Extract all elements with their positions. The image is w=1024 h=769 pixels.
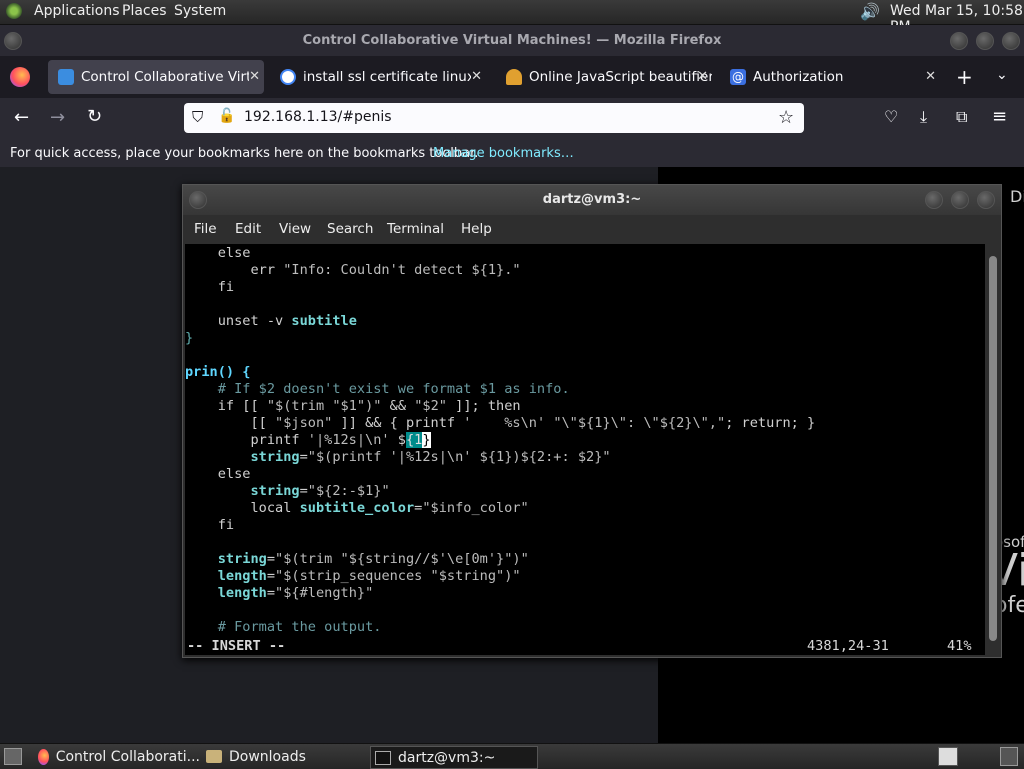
- task-downloads[interactable]: Downloads: [204, 746, 364, 767]
- terminal-minimize-icon[interactable]: [925, 191, 943, 209]
- menu-view[interactable]: View: [279, 221, 311, 237]
- beautifier-icon: [506, 69, 522, 85]
- terminal-titlebar[interactable]: dartz@vm3:~: [183, 185, 1001, 215]
- show-desktop-icon[interactable]: [4, 748, 22, 765]
- bottom-taskbar: Control Collaborati... Downloads dartz@v…: [0, 743, 1024, 769]
- workspace-switcher-icon[interactable]: [938, 747, 958, 766]
- minimize-icon[interactable]: [950, 32, 968, 50]
- system-menu[interactable]: System: [174, 3, 226, 19]
- at-sign-icon: @: [730, 69, 746, 85]
- terminal-screen[interactable]: else err "Info: Couldn't detect ${1}." f…: [185, 244, 985, 655]
- tab-ssl-certificate[interactable]: install ssl certificate linux - G ✕: [270, 60, 486, 94]
- close-window-icon[interactable]: [1002, 32, 1020, 50]
- task-firefox[interactable]: Control Collaborati...: [34, 746, 200, 767]
- vim-statusline: -- INSERT -- 4381,24-31 41%: [185, 638, 985, 655]
- terminal-icon: [375, 750, 391, 765]
- menu-help[interactable]: Help: [461, 221, 492, 237]
- new-tab-icon[interactable]: +: [956, 65, 973, 89]
- menu-file[interactable]: File: [194, 221, 217, 237]
- tab-control-collaborative[interactable]: Control Collaborative Virtual ✕: [48, 60, 264, 94]
- bookmark-star-icon[interactable]: ☆: [778, 107, 794, 128]
- cursor-position: 4381,24-31: [807, 638, 889, 654]
- lock-insecure-icon[interactable]: 🔓: [218, 108, 235, 124]
- gnome-foot-icon[interactable]: [6, 3, 22, 19]
- vim-mode: -- INSERT --: [187, 638, 286, 654]
- url-bar[interactable]: ⛉ 🔓 192.168.1.13/#penis ☆: [184, 103, 804, 133]
- maximize-icon[interactable]: [976, 32, 994, 50]
- top-panel: Applications Places System 🔊 Wed Mar 15,…: [0, 0, 1024, 35]
- menu-edit[interactable]: Edit: [235, 221, 261, 237]
- firefox-titlebar[interactable]: Control Collaborative Virtual Machines! …: [0, 25, 1024, 56]
- pane-text-top: Di: [1010, 187, 1024, 206]
- terminal-close-icon[interactable]: [977, 191, 995, 209]
- menu-hamburger-icon[interactable]: ≡: [992, 106, 1007, 127]
- window-title: Control Collaborative Virtual Machines! …: [302, 33, 722, 48]
- list-tabs-chevron-icon[interactable]: ⌄: [996, 67, 1008, 83]
- forward-arrow-icon[interactable]: →: [50, 107, 65, 128]
- close-tab-icon[interactable]: ✕: [249, 69, 260, 84]
- bookmarks-hint: For quick access, place your bookmarks h…: [10, 146, 479, 161]
- firefox-icon: [38, 748, 49, 765]
- scrollbar-thumb[interactable]: [989, 256, 997, 641]
- tab-js-beautifier[interactable]: Online JavaScript beautifier ✕: [496, 60, 712, 94]
- terminal-maximize-icon[interactable]: [951, 191, 969, 209]
- terminal-window[interactable]: dartz@vm3:~ File Edit View Search Termin…: [182, 184, 1002, 658]
- nav-bar: ← → ↻ ⛉ 🔓 192.168.1.13/#penis ☆ ♡ ⤓ ⧉ ≡: [0, 98, 1024, 140]
- back-arrow-icon[interactable]: ←: [14, 107, 29, 128]
- downloads-icon[interactable]: ⤓: [920, 107, 927, 127]
- places-menu[interactable]: Places: [122, 3, 167, 19]
- manage-bookmarks-link[interactable]: Manage bookmarks…: [433, 146, 574, 161]
- menu-terminal[interactable]: Terminal: [387, 221, 444, 237]
- monitor-icon: [58, 69, 74, 85]
- folder-icon: [206, 750, 222, 763]
- vim-buffer: else err "Info: Couldn't detect ${1}." f…: [185, 245, 816, 635]
- pocket-icon[interactable]: ♡: [884, 107, 898, 126]
- menu-search[interactable]: Search: [327, 221, 373, 237]
- terminal-menubar: File Edit View Search Terminal Help: [183, 215, 1001, 243]
- task-terminal[interactable]: dartz@vm3:~: [370, 746, 538, 769]
- tab-authorization[interactable]: @ Authorization ✕: [720, 60, 940, 94]
- bookmarks-toolbar: For quick access, place your bookmarks h…: [0, 140, 1024, 167]
- terminal-scrollbar[interactable]: [987, 244, 999, 655]
- reload-icon[interactable]: ↻: [87, 106, 102, 127]
- terminal-title: dartz@vm3:~: [542, 192, 642, 207]
- scroll-percent: 41%: [947, 638, 972, 654]
- firefox-view-icon[interactable]: [10, 67, 30, 87]
- google-icon: [280, 69, 296, 85]
- close-tab-icon[interactable]: ✕: [471, 69, 482, 84]
- extensions-icon[interactable]: ⧉: [956, 107, 967, 127]
- terminal-window-menu-icon[interactable]: [189, 191, 207, 209]
- applications-menu[interactable]: Applications: [34, 3, 120, 19]
- shield-icon[interactable]: ⛉: [192, 108, 203, 126]
- tab-strip: Control Collaborative Virtual ✕ install …: [0, 56, 1024, 98]
- volume-icon[interactable]: 🔊: [860, 2, 880, 21]
- close-tab-icon[interactable]: ✕: [925, 69, 936, 84]
- url-text[interactable]: 192.168.1.13/#penis: [244, 109, 392, 125]
- close-tab-icon[interactable]: ✕: [697, 69, 708, 84]
- trash-icon[interactable]: [1000, 747, 1018, 766]
